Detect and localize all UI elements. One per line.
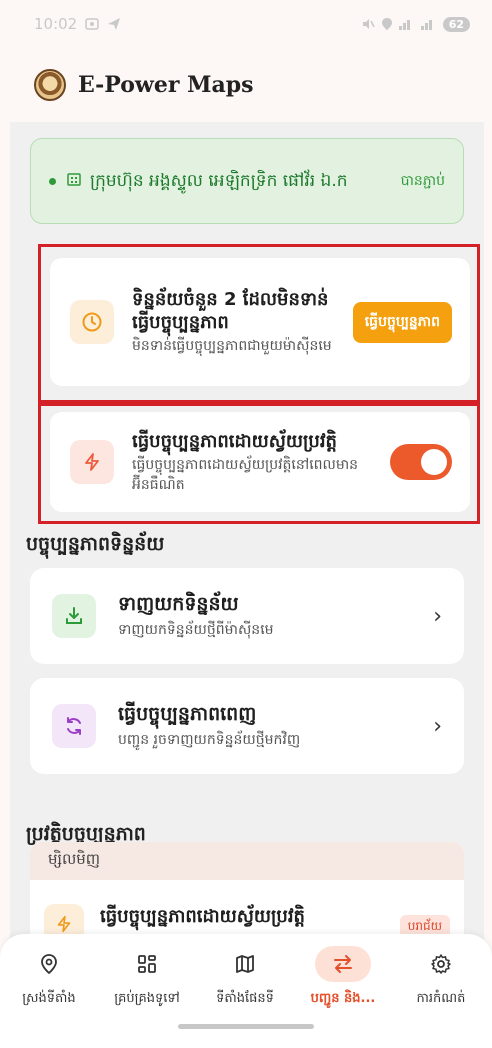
send-icon <box>108 18 121 30</box>
history-item-title: ធ្វើបច្ចុប្បន្នភាពដោយស្វ័យប្រវត្តិ <box>100 905 305 927</box>
mute-icon <box>362 19 375 29</box>
nav-label: ស្រង់ទីតាំង <box>22 991 76 1006</box>
nav-label: ការកំណត់ <box>416 991 466 1006</box>
sync-content[interactable]: ក្រុមហ៊ុន អង្គស្ទូល អេឡិកទ្រិក ផៅវ័រ ឯ.ក… <box>10 122 484 942</box>
sync-arrows-icon <box>315 946 371 982</box>
nav-item-manage[interactable]: គ្រប់គ្រងទូទៅ <box>98 946 196 1009</box>
status-time: 10:02 <box>34 15 78 33</box>
nav-label: ទីតាំងផែនទី <box>216 991 274 1006</box>
app-bar: E-Power Maps <box>0 52 492 118</box>
home-indicator[interactable] <box>178 1024 314 1029</box>
nav-item-sync[interactable]: បញ្ជូន និង... <box>294 946 392 1009</box>
history-group-header: ម្សិលមិញ <box>30 842 464 880</box>
connection-dot-icon <box>49 177 56 185</box>
download-title: ទាញយកទិន្នន័យ <box>118 592 239 615</box>
auto-sync-subtitle: ធ្វើបច្ចុប្បន្នភាពដោយស្វ័យប្រវត្តិនៅពេលម… <box>132 456 359 493</box>
full-sync-title: ធ្វើបច្ចុប្បន្នភាពពេញ <box>118 702 257 725</box>
history-list: ម្សិលមិញ ធ្វើបច្ចុប្បន្នភាពដោយស្វ័យប្រវត… <box>30 842 464 942</box>
chevron-right-icon: › <box>433 603 442 629</box>
nav-label: គ្រប់គ្រងទូទៅ <box>114 991 180 1006</box>
chevron-right-icon: › <box>433 713 442 739</box>
auto-sync-title: ធ្វើបច្ចុប្បន្នភាពដោយស្វ័យប្រវត្តិ <box>132 430 337 452</box>
download-icon <box>52 594 96 638</box>
toggle-knob <box>421 449 447 475</box>
battery-level: 62 <box>442 16 470 32</box>
status-bar: 10:02 62 <box>0 0 492 48</box>
auto-sync-toggle[interactable] <box>390 444 452 480</box>
auto-sync-card: ធ្វើបច្ចុប្បន្នភាពដោយស្វ័យប្រវត្តិ ធ្វើប… <box>50 412 470 512</box>
pending-data-card: ទិន្នន័យចំនួន 2 ដែលមិនទាន់ធ្វើបច្ចុប្បន្… <box>50 258 470 386</box>
section-title-sync: បច្ចុប្បន្នភាពទិន្នន័យ <box>26 533 165 555</box>
clock-icon <box>70 300 114 344</box>
download-subtitle: ទាញយកទិន្នន័យថ្មីពីម៉ាស៊ីនមេ <box>118 621 274 638</box>
bottom-navigation: ស្រង់ទីតាំង គ្រប់គ្រងទូទៅ ទីតាំងផែនទី បញ… <box>0 934 492 1048</box>
building-icon <box>66 171 82 191</box>
map-icon <box>217 946 273 982</box>
nav-item-settings[interactable]: ការកំណត់ <box>392 946 490 1009</box>
pending-title: ទិន្នន័យចំនួន 2 ដែលមិនទាន់ធ្វើបច្ចុប្បន្… <box>132 289 329 333</box>
refresh-icon <box>52 704 96 748</box>
lightning-icon <box>70 440 114 484</box>
signal-icon-2 <box>420 20 432 30</box>
download-data-card[interactable]: ទាញយកទិន្នន័យ ទាញយកទិន្នន័យថ្មីពីម៉ាស៊ីន… <box>30 568 464 664</box>
app-logo <box>34 69 66 101</box>
company-name: ក្រុមហ៊ុន អង្គស្ទូល អេឡិកទ្រិក ផៅវ័រ ឯ.ក <box>90 171 348 191</box>
nav-item-map[interactable]: ទីតាំងផែនទី <box>196 946 294 1009</box>
update-now-button[interactable]: ធ្វើបច្ចុប្បន្នភាព <box>352 301 452 343</box>
nav-label: បញ្ជូន និង... <box>310 991 376 1006</box>
screenshot-icon <box>85 18 99 30</box>
company-connection-card: ក្រុមហ៊ុន អង្គស្ទូល អេឡិកទ្រិក ផៅវ័រ ឯ.ក… <box>30 138 464 224</box>
pending-subtitle: មិនទាន់ធ្វើបច្ចុប្បន្នភាពជាមួយម៉ាស៊ីនមេ <box>132 338 332 354</box>
full-sync-card[interactable]: ធ្វើបច្ចុប្បន្នភាពពេញ បញ្ជូន រួចទាញយកទិន… <box>30 678 464 774</box>
signal-icon <box>398 20 410 30</box>
gear-icon <box>413 946 469 982</box>
location-status-icon <box>381 18 392 30</box>
location-pin-icon <box>21 946 77 982</box>
connection-status: បានភ្ជាប់ <box>400 172 445 189</box>
nav-item-collect-location[interactable]: ស្រង់ទីតាំង <box>0 946 98 1009</box>
full-sync-subtitle: បញ្ជូន រួចទាញយកទិន្នន័យថ្មីមកវិញ <box>118 731 301 748</box>
app-title: E-Power Maps <box>78 72 254 98</box>
history-item[interactable]: ធ្វើបច្ចុប្បន្នភាពដោយស្វ័យប្រវត្តិ បរាជ័… <box>30 880 464 942</box>
dashboard-grid-icon <box>119 946 175 982</box>
